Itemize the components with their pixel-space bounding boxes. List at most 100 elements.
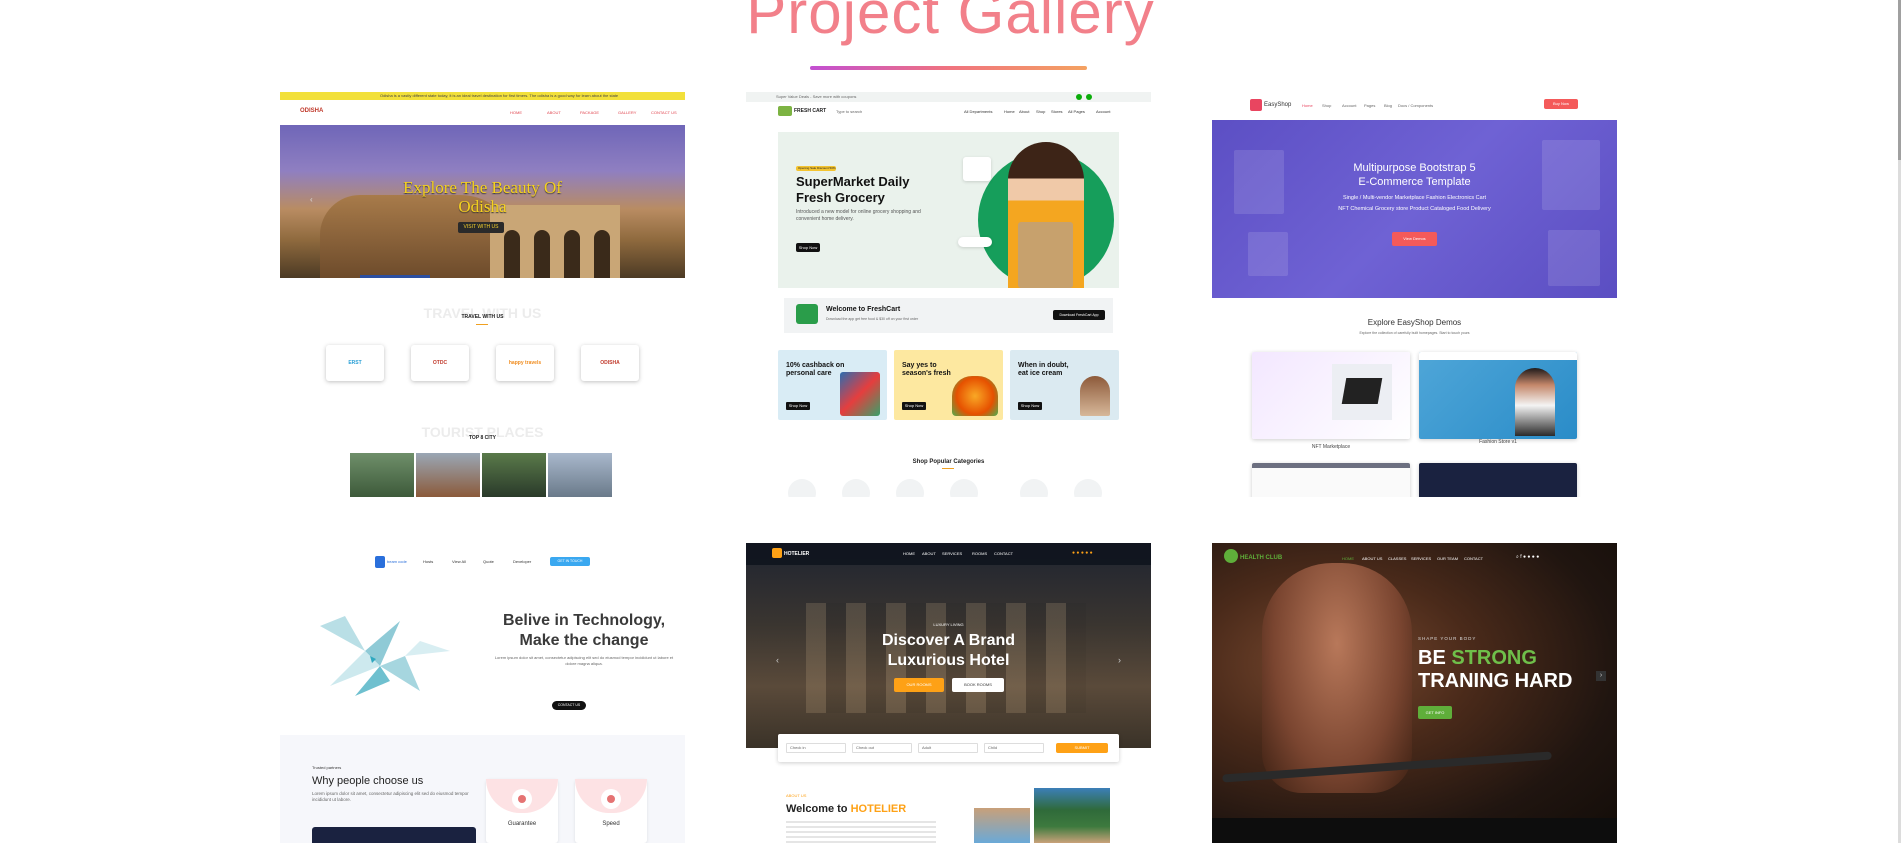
nav-home: HOME: [903, 551, 915, 556]
get-in-touch-button: GET IN TOUCH: [550, 557, 590, 566]
next-arrow-icon: ›: [1596, 671, 1606, 681]
nav-quote: Quote: [483, 559, 494, 564]
logo-icon: [1224, 549, 1238, 563]
hero-image: Explore The Beauty Of Odisha VISIT WITH U…: [280, 125, 685, 278]
about-text: [786, 821, 936, 843]
site-logo: beam code: [387, 559, 407, 564]
nav-contact: CONTACT: [1464, 556, 1484, 561]
submit-button: SUBMIT: [1056, 743, 1108, 753]
ice-cream-image: [1080, 376, 1110, 416]
logo-icon: [375, 556, 385, 568]
checkout-field: Check out: [856, 745, 875, 750]
nav-developer: Developer: [513, 559, 532, 564]
child-field: Child: [988, 745, 998, 750]
demo-thumbnail: [1419, 463, 1577, 497]
promo-button: Shop Now: [902, 402, 926, 410]
hero-tags: NFT Chemical Grocery store Product Catal…: [1338, 206, 1491, 212]
hero-banner: Multipurpose Bootstrap 5 E-Commerce Temp…: [1212, 120, 1617, 298]
our-rooms-button: OUR ROOMS: [894, 678, 944, 692]
project-card-healthclub[interactable]: HEALTH CLUB HOME ABOUT US CLASSES SERVIC…: [1212, 543, 1617, 843]
nav-package: PACKAGE: [580, 110, 600, 115]
title-underline: [810, 66, 1087, 70]
categories-title: Shop Popular Categories: [912, 459, 985, 465]
welcome-title: Welcome to FreshCart: [826, 306, 901, 313]
project-card-hotelier[interactable]: ‹ › HOTELIER HOME ABOUT SERVICES ROOMS C…: [746, 543, 1151, 843]
page-title: Project Gallery: [746, 0, 1155, 46]
logo-icon: [772, 548, 782, 558]
promo-card: When in doubt, eat ice cream Shop Now: [1010, 350, 1119, 420]
project-gallery-page: Project Gallery Odisha is a vastly diffe…: [0, 0, 1901, 843]
video-thumbnail: [312, 827, 476, 843]
hero-title: BE STRONG TRANING HARD: [1418, 647, 1573, 692]
nav-home: HOME: [1342, 556, 1354, 561]
products-image: [840, 372, 880, 416]
nav-shop: Shop: [1036, 109, 1046, 114]
nav-services: SERVICES: [942, 551, 963, 556]
search-input: Type to search: [836, 109, 863, 114]
partner-logo: ERST: [326, 345, 384, 381]
nav-home: Home: [1004, 109, 1015, 114]
pool-photo: [974, 808, 1030, 843]
site-logo: ODISHA: [300, 108, 324, 114]
topbar-text: Super Value Deals - Save more with coupo…: [776, 94, 857, 99]
category-icon: [1074, 479, 1102, 497]
cart-icon: [1076, 94, 1082, 100]
shield-icon: [512, 789, 532, 809]
hero-badge: LUXURY LIVING: [933, 622, 964, 627]
demo-thumbnail: [1252, 352, 1410, 439]
nav-shop: Shop: [1322, 103, 1332, 108]
promo-button: Shop Now: [786, 402, 810, 410]
section-underline: [476, 324, 488, 325]
view-demos-button: View Demos: [1392, 232, 1437, 246]
section-underline: [942, 468, 954, 469]
nav-about: ABOUT US: [1362, 556, 1383, 561]
category-icon: [842, 479, 870, 497]
abstract-star-graphic: [320, 616, 450, 696]
demo-label: NFT Marketplace: [1311, 444, 1351, 450]
project-card-odisha[interactable]: Odisha is a vastly different state today…: [280, 92, 685, 497]
demos-title: Explore EasyShop Demos: [1367, 318, 1462, 327]
nav-about: ABOUT: [922, 551, 936, 556]
prev-arrow-icon: ‹: [310, 195, 313, 204]
nav-home: Home: [1302, 103, 1313, 108]
hero-text: Lorem ipsum dolor sit amet, consectetur …: [494, 655, 674, 666]
nav-services: SERVICES: [1411, 556, 1432, 561]
contact-us-button: CONTACT US: [552, 701, 586, 710]
nav-blog: Blog: [1384, 103, 1393, 108]
site-logo: FRESH CART: [794, 108, 827, 114]
demos-text: Explore the collection of carefully buil…: [1359, 331, 1470, 335]
category-icon: [1020, 479, 1048, 497]
nav-contact: CONTACT: [994, 551, 1014, 556]
booking-form: Check in Check out Adult Child SUBMIT: [778, 734, 1119, 762]
hero-bottom-bar: [1212, 818, 1617, 843]
rating-pill: [958, 237, 992, 247]
nav-team: OUR TEAM: [1437, 556, 1459, 561]
palm-photo: [1034, 788, 1110, 843]
demo-thumbnail: [1419, 352, 1577, 439]
nav-classes: CLASSES: [1388, 556, 1407, 561]
sale-badge: Opening Sale Discount 50%: [796, 166, 836, 171]
section-title: TRAVEL WITH US: [461, 314, 504, 320]
nav-docs: Docs / Components: [1398, 103, 1434, 108]
visit-button: VISIT WITH US: [458, 222, 504, 233]
fruits-image: [952, 376, 998, 416]
basket-icon: [796, 304, 818, 324]
nav-hosts: Hosts: [423, 559, 434, 564]
social-icons: ● ● ● ● ●: [1072, 550, 1093, 556]
hero-title: Belive in Technology, Make the change: [502, 612, 666, 649]
project-card-beamcode[interactable]: beam code Hosts View All Quote Developer…: [280, 543, 685, 843]
hero-title: Explore The Beauty Of Odisha: [403, 178, 562, 216]
get-info-button: GET INFO: [1418, 706, 1452, 719]
project-card-freshcart[interactable]: Super Value Deals - Save more with coupo…: [746, 92, 1151, 497]
announce-bar: Odisha is a vastly different state today…: [280, 92, 685, 100]
promo-button: Shop Now: [1018, 402, 1042, 410]
project-card-easyshop[interactable]: EasyShop Home Shop Account Pages Blog Do…: [1212, 92, 1617, 497]
city-photo: [482, 453, 546, 497]
site-logo: HOTELIER: [784, 551, 810, 557]
hero-subtitle: SHAPE YOUR BODY: [1418, 636, 1477, 641]
feature-card: Speed: [575, 779, 647, 843]
nav-view-all: View All: [452, 559, 466, 564]
basket-logo-icon: [778, 106, 792, 116]
nav-pages: All Pages: [1068, 109, 1085, 114]
hero-tags: Single / Multi-vendor Marketplace Fashio…: [1342, 195, 1487, 201]
